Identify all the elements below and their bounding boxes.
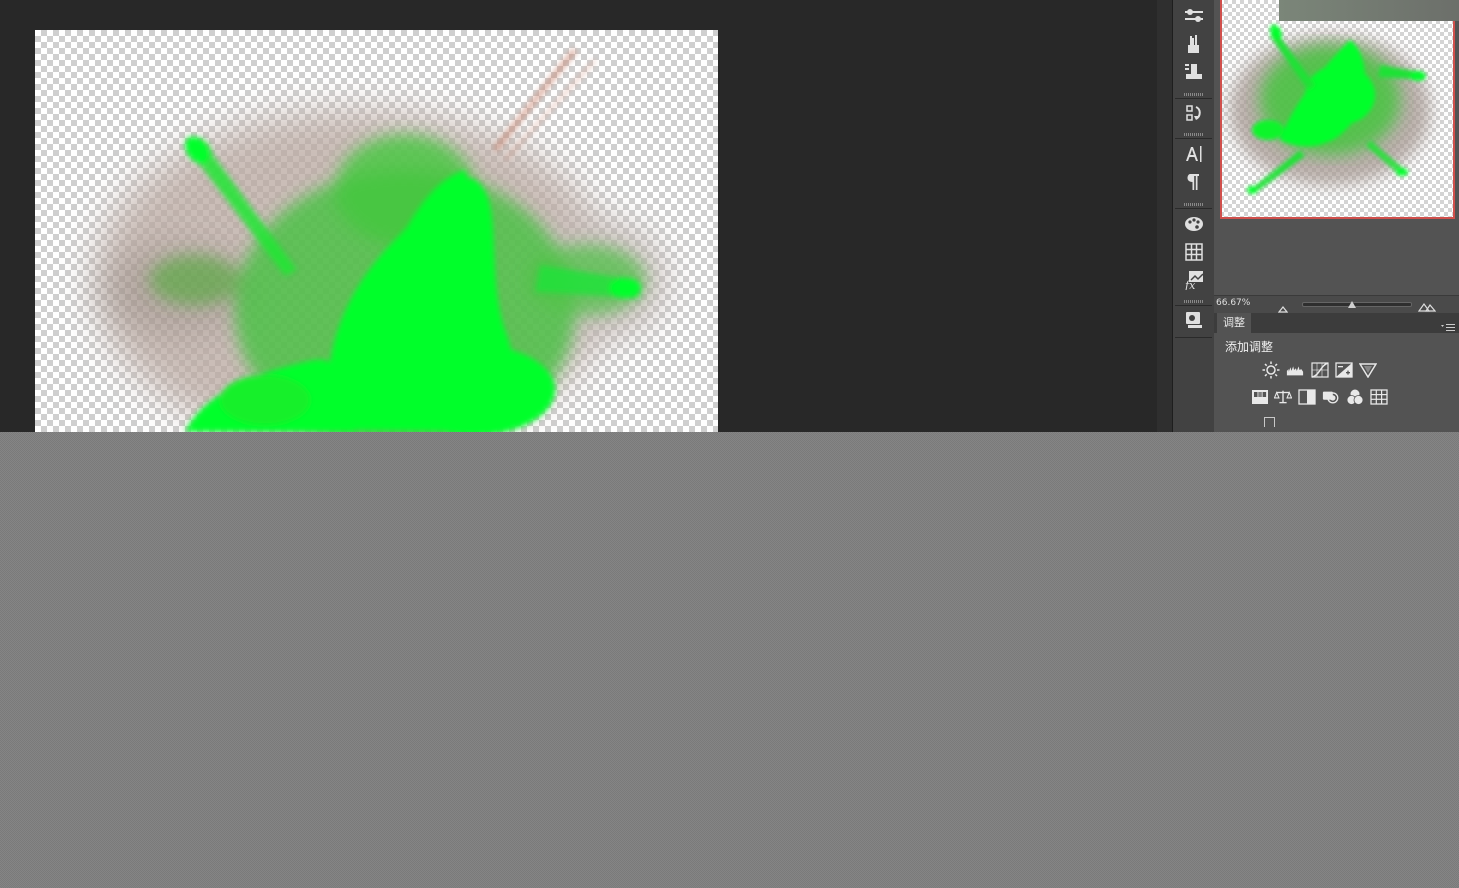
navigator-overlay-strip	[1279, 0, 1459, 21]
vibrance-icon[interactable]	[1359, 361, 1377, 379]
photo-filter-icon[interactable]	[1322, 388, 1340, 406]
adjustments-panel-icon[interactable]	[1182, 4, 1206, 28]
navigator-zoom-bar: 66.67%	[1214, 295, 1459, 314]
curves-icon[interactable]	[1311, 361, 1329, 379]
clone-source-icon[interactable]	[1182, 59, 1206, 83]
zoom-slider[interactable]	[1302, 302, 1412, 307]
panel-menu-icon[interactable]	[1441, 318, 1455, 331]
panel-icon-strip: fx	[1172, 0, 1215, 432]
right-panel-dock: 66.67% 调整 添加调整	[1214, 0, 1459, 432]
black-white-icon[interactable]	[1298, 388, 1316, 406]
levels-icon[interactable]	[1286, 361, 1304, 379]
document-canvas[interactable]	[35, 30, 718, 432]
brightness-contrast-icon[interactable]	[1262, 361, 1280, 379]
zoom-out-icon[interactable]	[1277, 299, 1289, 313]
adjustments-panel: 添加调整	[1214, 333, 1459, 432]
navigator-panel	[1214, 0, 1459, 295]
brush-presets-icon[interactable]	[1182, 32, 1206, 56]
svg-text:fx: fx	[1184, 279, 1196, 290]
document-workspace[interactable]	[0, 0, 1157, 432]
color-balance-icon[interactable]	[1274, 388, 1292, 406]
add-adjustment-heading: 添加调整	[1225, 340, 1274, 354]
styles-fx-icon[interactable]: fx	[1182, 268, 1206, 292]
zoom-slider-knob[interactable]	[1348, 301, 1356, 308]
navigator-view-proxy[interactable]	[1220, 0, 1455, 219]
tab-adjustments[interactable]: 调整	[1217, 313, 1251, 333]
swatches-icon[interactable]	[1182, 211, 1206, 235]
exposure-icon[interactable]	[1335, 361, 1353, 379]
navigator-grid-icon[interactable]	[1182, 240, 1206, 264]
workspace-scroll-gutter	[1157, 0, 1172, 432]
properties-icon[interactable]	[1182, 308, 1206, 332]
adjustment-option-checkbox[interactable]	[1264, 417, 1275, 427]
paragraph-icon[interactable]	[1182, 170, 1206, 194]
history-icon[interactable]	[1182, 101, 1206, 125]
zoom-percent[interactable]: 66.67%	[1216, 298, 1250, 308]
channel-mixer-icon[interactable]	[1346, 388, 1364, 406]
color-lookup-icon[interactable]	[1370, 388, 1388, 406]
zoom-in-icon[interactable]	[1417, 298, 1437, 312]
hue-saturation-icon[interactable]	[1251, 388, 1269, 406]
obscured-lower-region	[0, 432, 1459, 888]
green-splash-artwork	[95, 48, 665, 432]
character-icon[interactable]	[1182, 142, 1206, 166]
adjustments-tab-bar: 调整	[1214, 313, 1459, 333]
